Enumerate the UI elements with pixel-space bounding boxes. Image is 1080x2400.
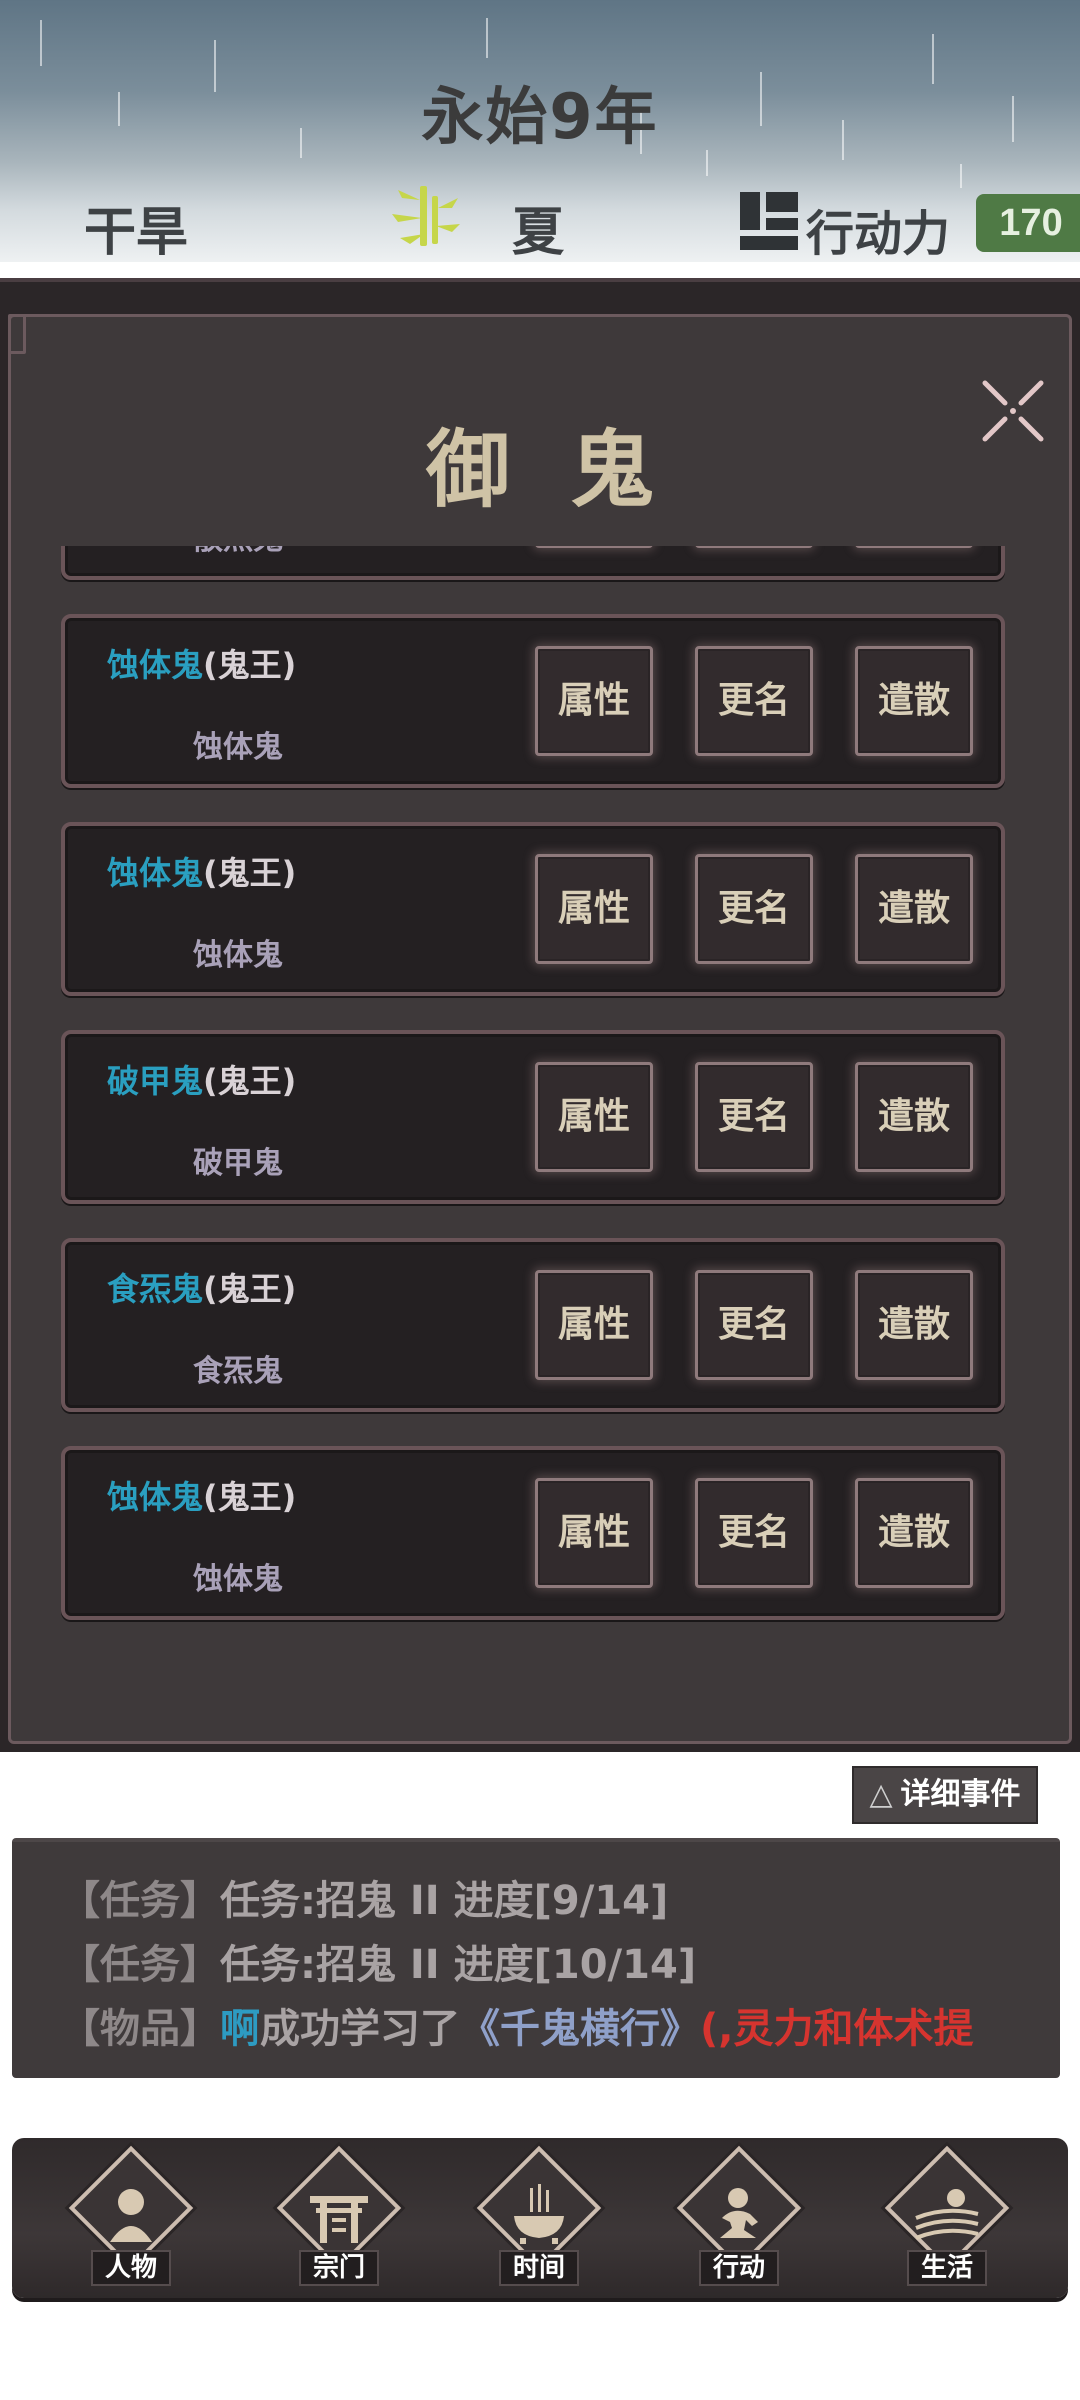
weather-label: 干旱 xyxy=(84,203,189,262)
incense-burner-icon xyxy=(514,2184,564,2244)
ghost-name: 蚀体鬼(鬼王) xyxy=(107,848,296,894)
status-header: 永始9年 干旱 夏 行动力 170 xyxy=(0,0,1080,262)
log-text: 任务:招鬼 II 进度[9/14] xyxy=(220,1878,669,1924)
ghost-type: 蚀体鬼 xyxy=(193,1562,283,1597)
ghost-list[interactable]: 散炁鬼(鬼王)散炁鬼属性更名遣散蚀体鬼(鬼王)蚀体鬼属性更名遣散蚀体鬼(鬼王)蚀… xyxy=(51,546,1021,1686)
rename-button[interactable]: 更名 xyxy=(695,1270,813,1380)
log-line: 【物品】啊成功学习了《千鬼横行》(,灵力和体术提 xyxy=(60,1996,1060,2060)
panel-frame: 御鬼 散炁鬼(鬼王)散炁鬼属性更名遣散蚀体鬼(鬼王)蚀体鬼属性更名遣散蚀体鬼(鬼… xyxy=(8,314,1072,1744)
dismiss-button[interactable]: 遣散 xyxy=(855,1270,973,1380)
ghost-row: 蚀体鬼(鬼王) 蚀体鬼 属性 更名 遣散 xyxy=(61,822,1005,996)
gate-icon xyxy=(310,2196,368,2243)
log-book-title: 《千鬼横行》 xyxy=(460,2006,700,2052)
ghost-type: 食炁鬼 xyxy=(193,1354,283,1389)
detail-events-label: 详细事件 xyxy=(900,1777,1021,1812)
attributes-button[interactable]: 属性 xyxy=(535,1062,653,1172)
dismiss-button[interactable]: 遣散 xyxy=(855,646,973,756)
ghost-name: 食炁鬼(鬼王) xyxy=(107,1264,296,1310)
attributes-button[interactable]: 属性 xyxy=(535,646,653,756)
event-log[interactable]: 【任务】任务:招鬼 II 进度[9/14] 【任务】任务:招鬼 II 进度[10… xyxy=(12,1838,1060,2078)
ghost-name: 蚀体鬼(鬼王) xyxy=(107,1472,296,1518)
dismiss-button[interactable]: 遣散 xyxy=(855,854,973,964)
ghost-species: 食炁鬼 xyxy=(107,1270,204,1308)
ghost-rank: (鬼王) xyxy=(203,646,297,684)
action-points-icon xyxy=(740,192,798,250)
attributes-button[interactable]: 属性 xyxy=(535,854,653,964)
ghost-type: 蚀体鬼 xyxy=(193,730,283,765)
log-effect: (,灵力和体术提 xyxy=(700,2006,974,2052)
log-tag: 【任务】 xyxy=(60,1878,220,1924)
ghost-species: 蚀体鬼 xyxy=(107,1478,204,1516)
nav-person[interactable]: 人物 xyxy=(56,2145,206,2288)
log-line: 【任务】任务:招鬼 II 进度[9/14] xyxy=(60,1868,1060,1932)
action-figure-icon xyxy=(720,2188,758,2238)
ghost-type: 破甲鬼 xyxy=(193,1146,283,1181)
dismiss-button[interactable]: 遣散 xyxy=(855,1478,973,1588)
header-divider xyxy=(0,262,1080,278)
ghost-control-panel: 御鬼 散炁鬼(鬼王)散炁鬼属性更名遣散蚀体鬼(鬼王)蚀体鬼属性更名遣散蚀体鬼(鬼… xyxy=(0,278,1080,1752)
year-title: 永始9年 xyxy=(421,80,659,153)
nav-label: 行动 xyxy=(699,2250,779,2286)
nav-label: 宗门 xyxy=(299,2250,379,2286)
attributes-button[interactable]: 属性 xyxy=(535,1478,653,1588)
action-points-value: 170 xyxy=(976,194,1080,252)
rename-button[interactable]: 更名 xyxy=(695,854,813,964)
ghost-row: 散炁鬼(鬼王)散炁鬼属性更名遣散 xyxy=(61,546,1005,580)
frame-corner-ornament xyxy=(8,314,26,354)
close-icon[interactable] xyxy=(975,373,1051,449)
ghost-name: 破甲鬼(鬼王) xyxy=(107,1056,296,1102)
log-tag: 【物品】 xyxy=(60,2006,220,2052)
ghost-species: 蚀体鬼 xyxy=(107,854,204,892)
ghost-species: 蚀体鬼 xyxy=(107,646,204,684)
season-label: 夏 xyxy=(512,203,565,262)
ghost-name: 蚀体鬼(鬼王) xyxy=(107,640,296,686)
ghost-row: 破甲鬼(鬼王) 破甲鬼 属性 更名 遣散 xyxy=(61,1030,1005,1204)
nav-label: 生活 xyxy=(907,2250,987,2286)
rename-button[interactable]: 更名 xyxy=(695,1062,813,1172)
detail-events-button[interactable]: △ 详细事件 xyxy=(852,1766,1038,1824)
ghost-type: 蚀体鬼 xyxy=(193,938,283,973)
ghost-rank: (鬼王) xyxy=(203,1270,297,1308)
bamboo-icon xyxy=(392,186,460,246)
ghost-type: 散炁鬼 xyxy=(193,546,283,558)
action-points-label: 行动力 xyxy=(806,206,951,262)
ghost-row: 蚀体鬼(鬼王) 蚀体鬼 属性 更名 遣散 xyxy=(61,1446,1005,1620)
ghost-species: 破甲鬼 xyxy=(107,1062,204,1100)
panel-title: 御鬼 xyxy=(425,420,714,519)
attributes-button[interactable]: 属性 xyxy=(535,1270,653,1380)
ghost-rank: (鬼王) xyxy=(203,854,297,892)
nav-label: 时间 xyxy=(499,2250,579,2286)
dismiss-button[interactable]: 遣散 xyxy=(855,1062,973,1172)
log-text: 任务:招鬼 II 进度[10/14] xyxy=(220,1942,697,1988)
attributes-button[interactable]: 属性 xyxy=(535,546,653,548)
nav-sect[interactable]: 宗门 xyxy=(264,2145,414,2288)
rename-button[interactable]: 更名 xyxy=(695,646,813,756)
nav-action[interactable]: 行动 xyxy=(664,2145,814,2288)
ghost-rank: (鬼王) xyxy=(203,1062,297,1100)
log-text: 成功学习了 xyxy=(260,2006,460,2052)
nav-time[interactable]: 时间 xyxy=(464,2145,614,2288)
dismiss-button[interactable]: 遣散 xyxy=(855,546,973,548)
ghost-rank: (鬼王) xyxy=(203,1478,297,1516)
nav-life[interactable]: 生活 xyxy=(872,2145,1022,2288)
ghost-row: 蚀体鬼(鬼王) 蚀体鬼 属性 更名 遣散 xyxy=(61,614,1005,788)
ghost-row: 食炁鬼(鬼王) 食炁鬼 属性 更名 遣散 xyxy=(61,1238,1005,1412)
field-sun-icon xyxy=(915,2189,979,2240)
log-character-name: 啊 xyxy=(220,2006,260,2052)
rename-button[interactable]: 更名 xyxy=(695,546,813,548)
triangle-up-icon: △ xyxy=(869,1777,893,1812)
log-line: 【任务】任务:招鬼 II 进度[10/14] xyxy=(60,1932,1060,1996)
log-tag: 【任务】 xyxy=(60,1942,220,1988)
person-icon xyxy=(110,2189,152,2242)
rename-button[interactable]: 更名 xyxy=(695,1478,813,1588)
nav-label: 人物 xyxy=(91,2250,171,2286)
